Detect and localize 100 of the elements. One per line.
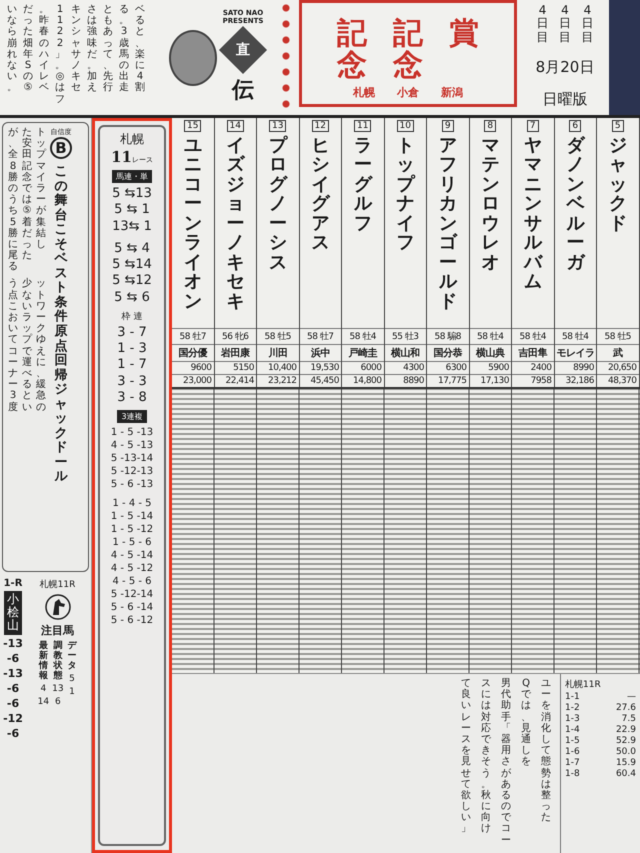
pick-combination: 5 - 6 -13 <box>110 478 154 491</box>
prize-money: 5150 <box>214 361 256 374</box>
horse-number: 4 <box>40 684 46 694</box>
prize-money: 6000 <box>342 361 384 374</box>
pick-combination: 1 - 5 - 6 <box>112 536 152 549</box>
title-text: 記念 <box>337 18 367 81</box>
horse-name: ジャックド <box>608 136 627 236</box>
article-text: ベると、楽に4割 <box>134 4 146 96</box>
confidence-grade: B <box>50 137 72 159</box>
weight-age: 58 牡4 <box>512 328 554 344</box>
headline: この舞台こそベスト条件原点回帰ジャックドール <box>53 165 69 486</box>
venue-label: 新潟 <box>441 85 463 100</box>
emblem-text: 直 <box>236 41 250 60</box>
horse-number: 5 <box>612 120 624 132</box>
bet-type-label: 3連複 <box>117 410 147 423</box>
odds-pair: 1-5 <box>565 736 580 746</box>
bet-type-label: 馬連・単 <box>112 170 152 183</box>
horse-number: 6 <box>54 697 61 708</box>
article-text: る。3歳馬の出走 <box>118 4 130 96</box>
pick-combination: 5 ⇆ 6 <box>114 290 150 306</box>
jockey-name: 国分優 <box>172 344 214 361</box>
bet-type-label: 枠 連 <box>122 310 142 323</box>
article-text: が、全8勝のうち5勝に尾る <box>7 127 19 272</box>
emblem-subtitle: 伝 <box>232 76 254 106</box>
pick-combination: 13⇆ 1 <box>112 218 152 235</box>
pick-combination: 1 - 4 - 5 <box>112 497 152 510</box>
odds-pair: 1-2 <box>565 703 580 713</box>
pick-combination: 3 - 7 <box>117 324 147 341</box>
horse-name: ユニコーンライオン <box>184 136 202 314</box>
comment-text: 男代助手「器用さがあるのでコー <box>500 678 512 848</box>
odds-value: 60.4 <box>616 769 636 779</box>
odds-pair: 1-3 <box>565 714 580 724</box>
horse-number: 9 <box>442 120 454 132</box>
odds-pair: 1-8 <box>565 769 580 779</box>
pick-combination: 1 - 3 <box>117 341 147 358</box>
pick-combination: 5 -12-14 <box>110 588 154 601</box>
pick-combination: 4 - 5 -12 <box>110 562 154 575</box>
pick-fragment: -13 <box>3 636 23 650</box>
odds-value: 22.9 <box>616 725 636 735</box>
jockey-name: 岩田康 <box>214 344 256 361</box>
pick-combination: 4 - 5 -13 <box>110 439 154 452</box>
pick-combination: 1 - 5 -13 <box>110 426 154 439</box>
horse-number: 15 <box>184 120 202 132</box>
title-text: 記念 <box>393 18 423 81</box>
date-label: 8月20日 <box>536 58 594 77</box>
weight-age: 58 牡7 <box>172 328 214 344</box>
weight-age: 55 牡3 <box>384 328 426 344</box>
odds-pair: 1-4 <box>565 725 580 735</box>
odds-pair: 1-6 <box>565 747 580 757</box>
horse-name: ヤマニンサルバム <box>524 136 542 294</box>
jockey-name: モレイラ <box>554 344 596 361</box>
jockey-name: 戸崎圭 <box>342 344 384 361</box>
venue-label: 小倉 <box>397 85 419 100</box>
comment-text: Qでは、見通しを <box>520 678 532 770</box>
weight-age: 58 牡4 <box>470 328 511 344</box>
pick-combination: 5 ⇆14 <box>112 257 152 274</box>
weight-age: 58 牡5 <box>597 328 638 344</box>
section-title: 注目馬 <box>41 623 74 638</box>
odds-value: 15.9 <box>616 758 636 768</box>
jockey-name: 武 <box>597 344 638 361</box>
weight-age: 58 牡4 <box>342 328 384 344</box>
horse-name: ヒシイグアス <box>311 136 330 256</box>
venue-label: 札幌11R <box>40 578 76 591</box>
comment-text: ユーを消化して態勢は整った <box>540 678 552 826</box>
prize-money: 9600 <box>172 361 214 374</box>
pick-combination: 4 - 5 - 6 <box>112 575 152 588</box>
title-text: 賞 <box>449 18 479 53</box>
jockey-name: 国分恭 <box>427 344 468 361</box>
article-text: だった畑年Sの⑤ <box>22 4 34 96</box>
horse-number: 13 <box>269 120 286 132</box>
weight-age: 58 牡7 <box>300 328 341 344</box>
horse-name: ラーグルフ <box>354 136 372 236</box>
pick-combination: 5 ⇆13 <box>112 186 152 202</box>
photo-placeholder <box>169 30 217 86</box>
pick-combination: 5 - 6 -12 <box>110 614 154 627</box>
prize-money: 5900 <box>470 361 511 374</box>
race-name: 小桧山 <box>4 591 22 635</box>
pick-combination: 5 ⇆ 4 <box>114 240 150 257</box>
horse-name: トップナイフ <box>396 136 414 256</box>
day-label: 4日目 <box>580 4 594 44</box>
article-text: 1122」。◎はフ <box>54 4 66 106</box>
comment-text: スには対応できそう。秋に向け <box>480 678 492 836</box>
article-text: ともあって、先行 <box>102 4 114 96</box>
venue-label: 札幌 <box>120 131 144 148</box>
category-label: 最新情報 <box>38 641 49 682</box>
horse-number: 14 <box>38 697 50 708</box>
horse-number: 10 <box>396 120 414 132</box>
article-text: 。昨春のハイレベ <box>38 4 50 96</box>
prize-money: 6300 <box>427 361 468 374</box>
odds-title: 札幌11R <box>565 678 602 691</box>
category-label: 調教状態 <box>52 641 64 682</box>
pick-fragment: -12 <box>3 712 23 725</box>
horse-number: 14 <box>226 120 244 132</box>
jockey-name: 横山典 <box>470 344 511 361</box>
pick-combination: 5 ⇆ 1 <box>114 202 150 218</box>
article-text: た安田記念では⑤着だった <box>21 127 33 264</box>
odds-pair: 1-7 <box>565 758 580 768</box>
odds-value: — <box>627 692 636 702</box>
jockey-name: 川田 <box>257 344 298 361</box>
prize-money: 20,650 <box>597 361 638 374</box>
